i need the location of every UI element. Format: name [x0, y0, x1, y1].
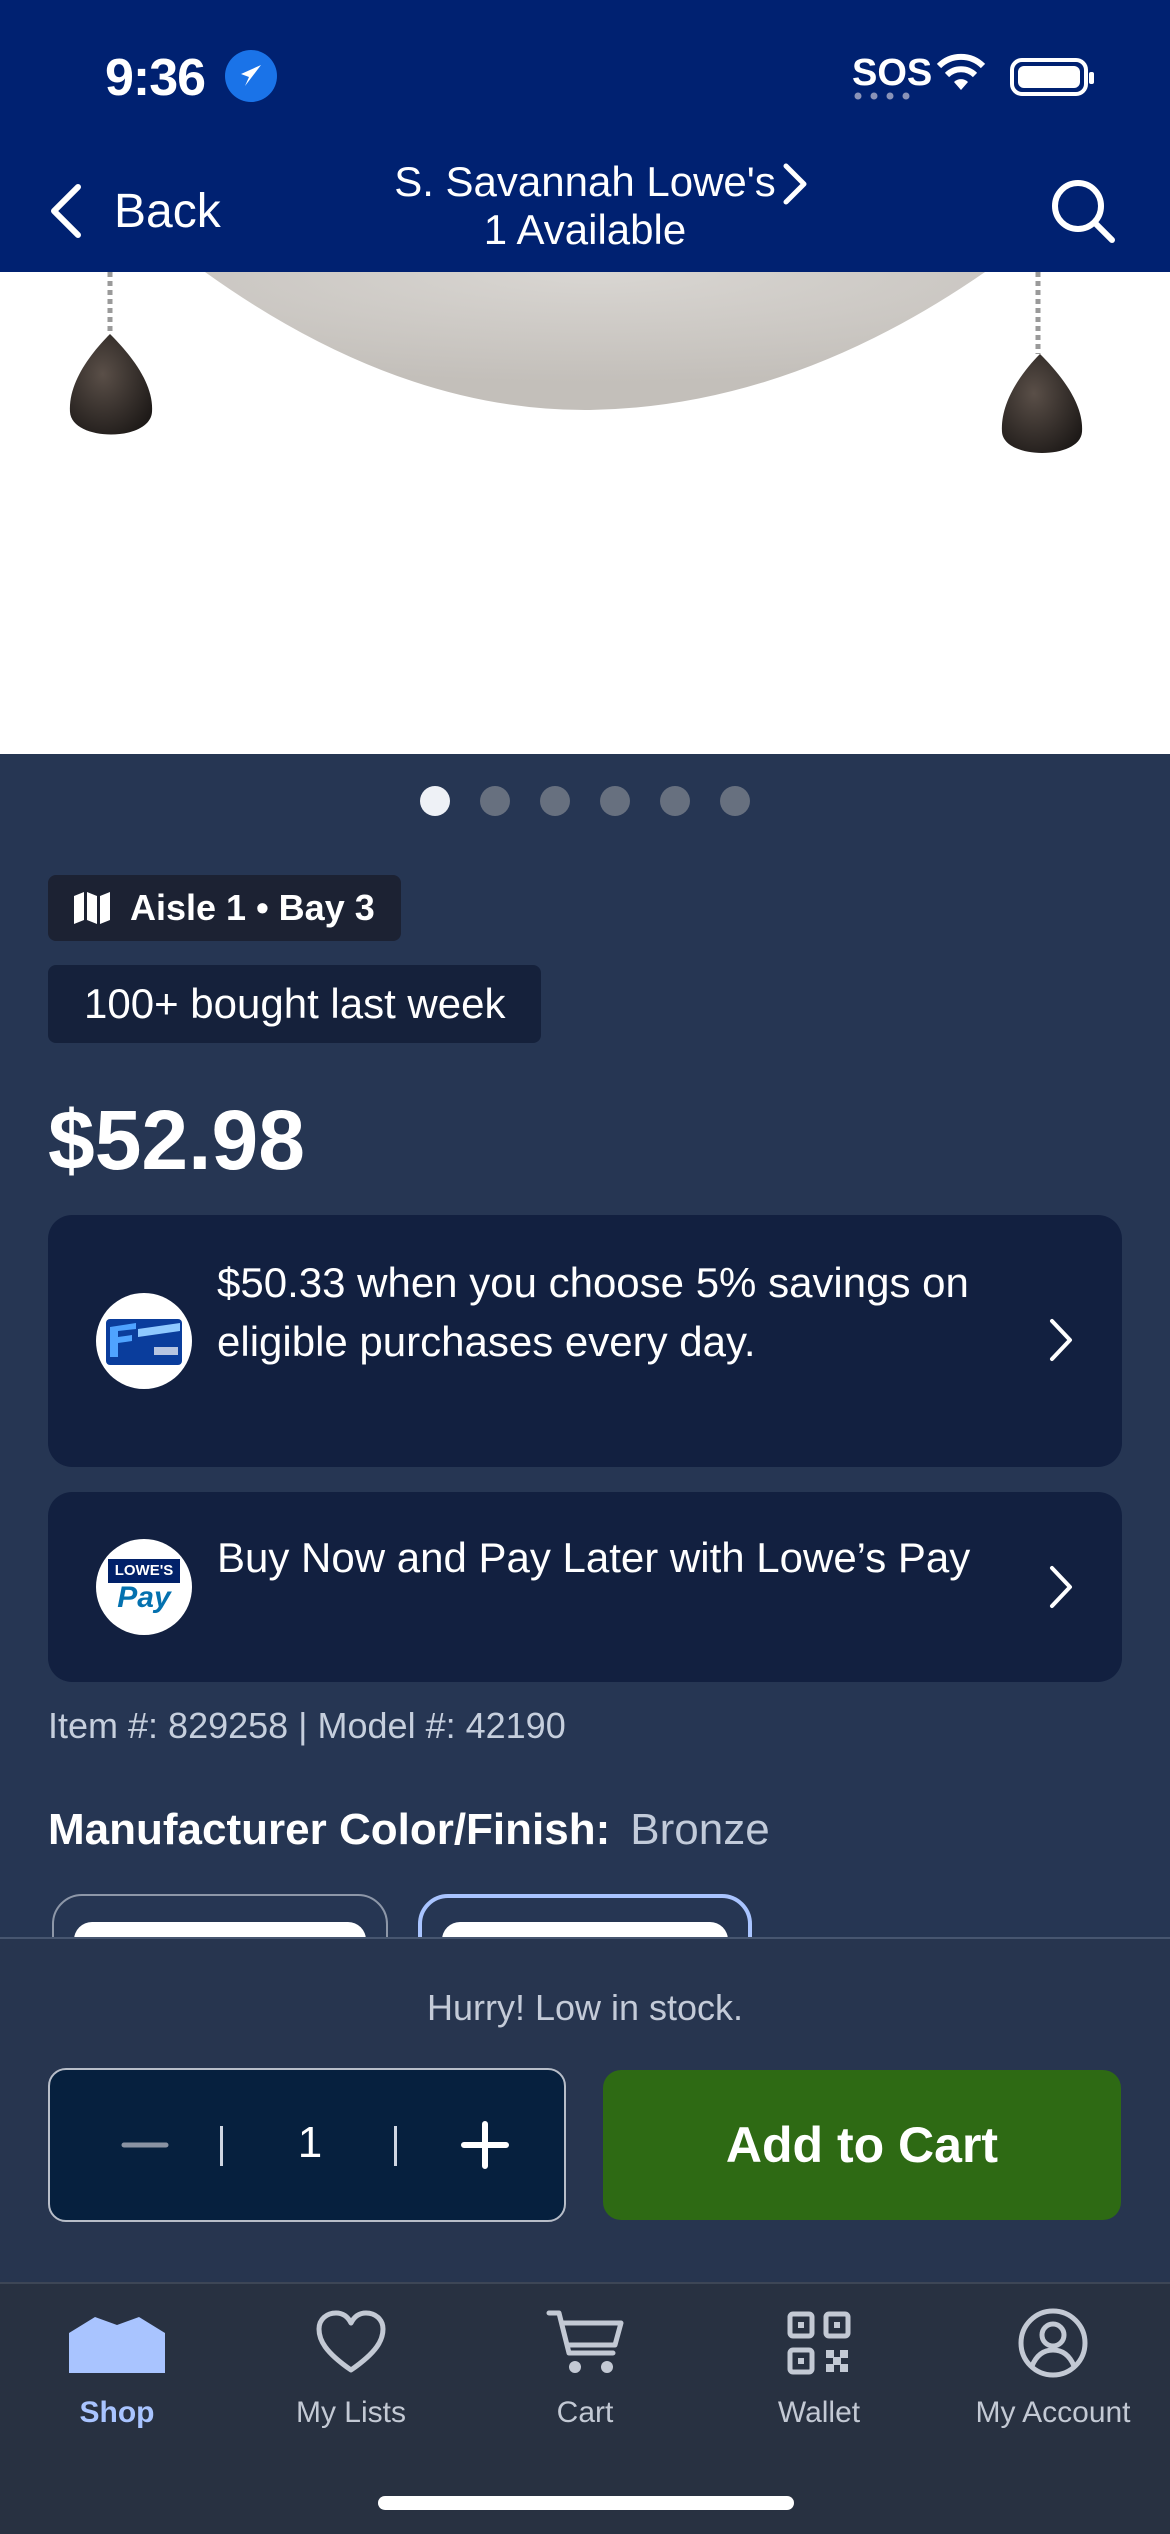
pagination-dot-active[interactable]: [420, 786, 450, 816]
tab-label: My Account: [975, 2396, 1131, 2429]
quantity-stepper: 1: [48, 2068, 566, 2222]
tab-label: Cart: [556, 2396, 614, 2429]
stepper-divider: [220, 2126, 223, 2166]
pagination-dot[interactable]: [720, 786, 750, 816]
signal-dots-icon: [854, 92, 910, 100]
increase-quantity-button[interactable]: [450, 2115, 520, 2175]
product-image[interactable]: [0, 272, 1170, 754]
color-finish-value: Bronze: [630, 1805, 770, 1854]
savings-offer-text: $50.33 when you choose 5% savings on eli…: [217, 1259, 969, 1365]
tab-label: My Lists: [295, 2396, 406, 2429]
lowes-pay-logo-brand: LOWE'S: [108, 1559, 180, 1583]
tab-label: Shop: [79, 2396, 155, 2429]
sos-indicator: SOS: [852, 52, 933, 94]
store-selector[interactable]: S. Savannah Lowe's 1 Available: [360, 158, 810, 254]
wifi-icon: [936, 53, 986, 90]
image-pagination[interactable]: [0, 786, 1170, 818]
store-name: S. Savannah Lowe's: [394, 158, 776, 205]
tab-my-lists[interactable]: My Lists: [234, 2300, 468, 2430]
finish-swatches: [0, 1890, 1170, 1938]
finish-swatch[interactable]: [52, 1894, 388, 1938]
lowes-pay-text: Buy Now and Pay Later with Lowe’s Pay: [217, 1534, 971, 1581]
tab-shop[interactable]: Shop: [0, 2300, 234, 2430]
chevron-right-icon: [1050, 1319, 1072, 1361]
pagination-dot[interactable]: [660, 786, 690, 816]
back-button[interactable]: Back: [48, 176, 221, 246]
product-price: $52.98: [48, 1093, 305, 1187]
back-label: Back: [114, 184, 221, 238]
chevron-right-icon: [1050, 1566, 1072, 1608]
chevron-right-icon: [783, 163, 807, 205]
color-finish-label: Manufacturer Color/Finish:: [48, 1805, 611, 1854]
aisle-text: Aisle 1 • Bay 3: [130, 887, 375, 928]
finish-swatch-selected[interactable]: [418, 1894, 752, 1938]
pagination-dot[interactable]: [480, 786, 510, 816]
account-icon: [1018, 2308, 1088, 2378]
cart-icon: [546, 2310, 624, 2373]
tab-cart[interactable]: Cart: [468, 2300, 702, 2430]
heart-icon: [316, 2310, 386, 2373]
item-model-number: Item #: 829258 | Model #: 42190: [48, 1705, 566, 1746]
low-stock-message: Hurry! Low in stock.: [426, 1987, 744, 2028]
lowes-pay-logo-icon: LOWE'S Pay: [96, 1539, 192, 1635]
pagination-dot[interactable]: [540, 786, 570, 816]
lowes-pay-card[interactable]: LOWE'S Pay Buy Now and Pay Later with Lo…: [48, 1492, 1122, 1682]
location-arrow-icon: [225, 50, 277, 102]
chevron-left-icon: [51, 184, 81, 238]
map-icon: [74, 892, 110, 924]
battery-icon: [1010, 58, 1094, 96]
pagination-dot[interactable]: [600, 786, 630, 816]
savings-offer-card[interactable]: $50.33 when you choose 5% savings on eli…: [48, 1215, 1122, 1467]
qr-code-icon: [787, 2311, 851, 2375]
search-icon[interactable]: [1048, 176, 1118, 246]
color-finish-row: Manufacturer Color/Finish: Bronze: [48, 1805, 770, 1855]
status-time: 9:36: [105, 49, 206, 107]
tab-my-account[interactable]: My Account: [936, 2300, 1170, 2430]
stepper-divider: [394, 2126, 397, 2166]
shop-icon: [69, 2317, 165, 2373]
aisle-location-badge[interactable]: Aisle 1 • Bay 3: [48, 875, 401, 941]
availability-text: 1 Available: [483, 206, 687, 253]
home-indicator: [378, 2496, 794, 2510]
add-to-cart-button[interactable]: Add to Cart: [603, 2070, 1121, 2220]
tab-label: Wallet: [777, 2396, 861, 2429]
lowes-pay-logo-word: Pay: [117, 1581, 171, 1614]
tab-wallet[interactable]: Wallet: [702, 2300, 936, 2430]
lowes-card-icon: [96, 1293, 192, 1389]
decrease-quantity-button[interactable]: [110, 2115, 180, 2175]
ceiling-fan-image: [69, 272, 1083, 453]
bought-badge: 100+ bought last week: [48, 965, 542, 1043]
quantity-value[interactable]: 1: [250, 2118, 370, 2168]
